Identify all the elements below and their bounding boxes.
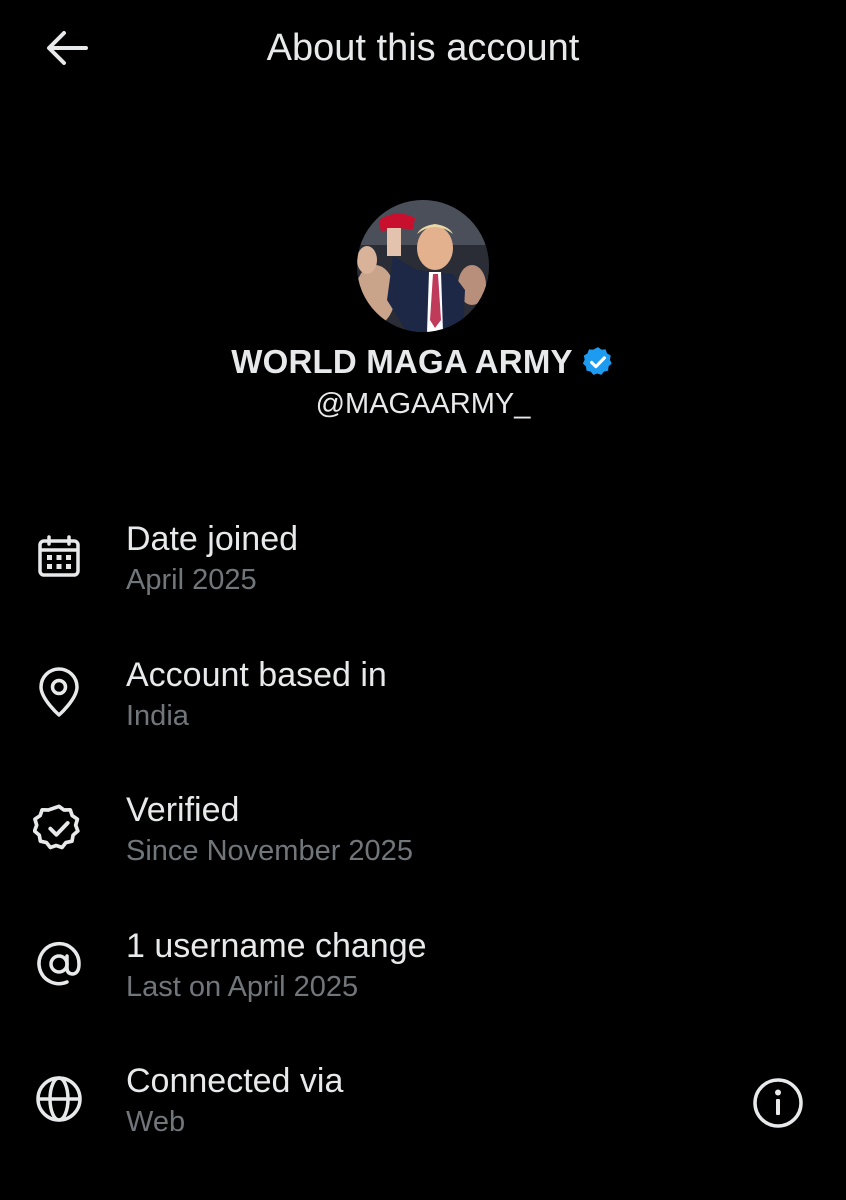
row-value: Last on April 2025 — [126, 970, 359, 1003]
username-handle: @MAGAARMY_ — [315, 388, 531, 420]
verified-checkmark-icon — [582, 347, 612, 375]
account-based-in-row: Account based in India — [0, 646, 846, 782]
at-sign-icon — [32, 937, 86, 991]
row-label: Connected via — [126, 1062, 344, 1100]
top-bar: About this account — [0, 0, 846, 96]
date-joined-row: Date joined April 2025 — [0, 510, 846, 646]
display-name: WORLD MAGA ARMY — [231, 343, 573, 380]
avatar — [357, 200, 489, 332]
connected-via-row: Connected via Web — [0, 1052, 846, 1188]
row-value: April 2025 — [126, 564, 257, 596]
globe-icon — [32, 1072, 86, 1126]
calendar-icon — [32, 530, 86, 584]
row-label: 1 username change — [126, 926, 427, 965]
location-pin-icon — [32, 666, 86, 720]
row-value: Since November 2025 — [126, 835, 413, 867]
profile-summary: WORLD MAGA ARMY @MAGAARMY_ — [0, 200, 846, 421]
verified-badge-icon — [32, 801, 86, 855]
row-label: Date joined — [126, 520, 299, 558]
username-change-row: 1 username change Last on April 2025 — [0, 917, 846, 1053]
account-details-list: Date joined April 2025 Account based in … — [0, 510, 846, 1188]
row-label: Verified — [126, 791, 240, 829]
page-title: About this account — [266, 27, 580, 69]
row-label: Account based in — [126, 655, 387, 694]
name-row: WORLD MAGA ARMY — [0, 338, 846, 386]
row-value: Web — [126, 1106, 186, 1138]
verified-row: Verified Since November 2025 — [0, 781, 846, 1128]
row-value: India — [126, 699, 189, 732]
